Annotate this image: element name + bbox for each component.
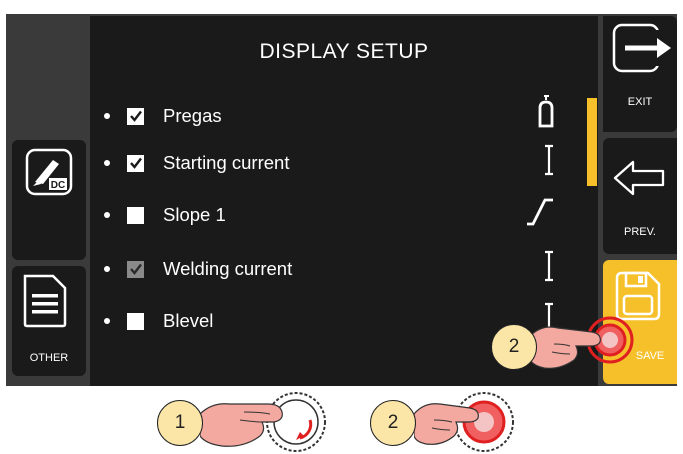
list-item[interactable]: Welding current	[90, 254, 510, 284]
exit-arrow-icon	[612, 23, 671, 73]
scrollbar[interactable]	[587, 98, 597, 186]
checkbox-checked[interactable]	[127, 154, 144, 172]
rotate-knob-hand-icon	[200, 392, 326, 452]
checkbox-checked[interactable]	[127, 107, 144, 125]
other-label: OTHER	[29, 352, 69, 364]
prev-label: PREV.	[623, 226, 656, 238]
list-item[interactable]: Pregas	[90, 101, 510, 131]
list-item[interactable]: Slope 1	[90, 200, 510, 230]
dc-label: DC	[51, 180, 65, 191]
slope-icon	[527, 198, 553, 226]
checkbox-unchecked[interactable]	[127, 206, 144, 224]
bullet	[104, 266, 110, 272]
bullet	[104, 160, 110, 166]
bullet	[104, 318, 110, 324]
other-button[interactable]: OTHER	[12, 266, 86, 376]
item-label: Welding current	[163, 258, 293, 279]
page-title: DISPLAY SETUP	[259, 40, 429, 63]
list-item[interactable]: Starting current	[90, 148, 510, 178]
item-label: Slope 1	[163, 204, 226, 225]
item-label: Pregas	[163, 105, 222, 126]
document-icon	[23, 274, 67, 328]
prev-button[interactable]: PREV.	[603, 138, 677, 254]
checkbox-checked-disabled[interactable]	[127, 260, 144, 278]
press-knob-hand-icon	[414, 392, 514, 452]
pointing-hand-icon	[530, 316, 634, 369]
gas-bottle-icon	[538, 95, 554, 128]
tig-torch-dc-icon: DC	[25, 148, 73, 196]
list-item[interactable]: Blevel	[90, 306, 510, 336]
step-callout: 1	[157, 400, 203, 446]
bullet	[104, 212, 110, 218]
exit-button[interactable]: EXIT	[603, 16, 677, 132]
bullet	[104, 113, 110, 119]
current-bar-icon	[545, 250, 553, 282]
exit-label: EXIT	[627, 96, 653, 108]
checkbox-unchecked[interactable]	[127, 312, 144, 330]
back-arrow-icon	[613, 160, 665, 196]
tig-dc-button[interactable]: DC	[12, 140, 86, 260]
current-bar-icon	[545, 144, 553, 176]
step-callout: 2	[370, 400, 416, 446]
item-label: Blevel	[163, 310, 214, 331]
step-callout: 2	[491, 324, 537, 370]
item-label: Starting current	[163, 152, 290, 173]
